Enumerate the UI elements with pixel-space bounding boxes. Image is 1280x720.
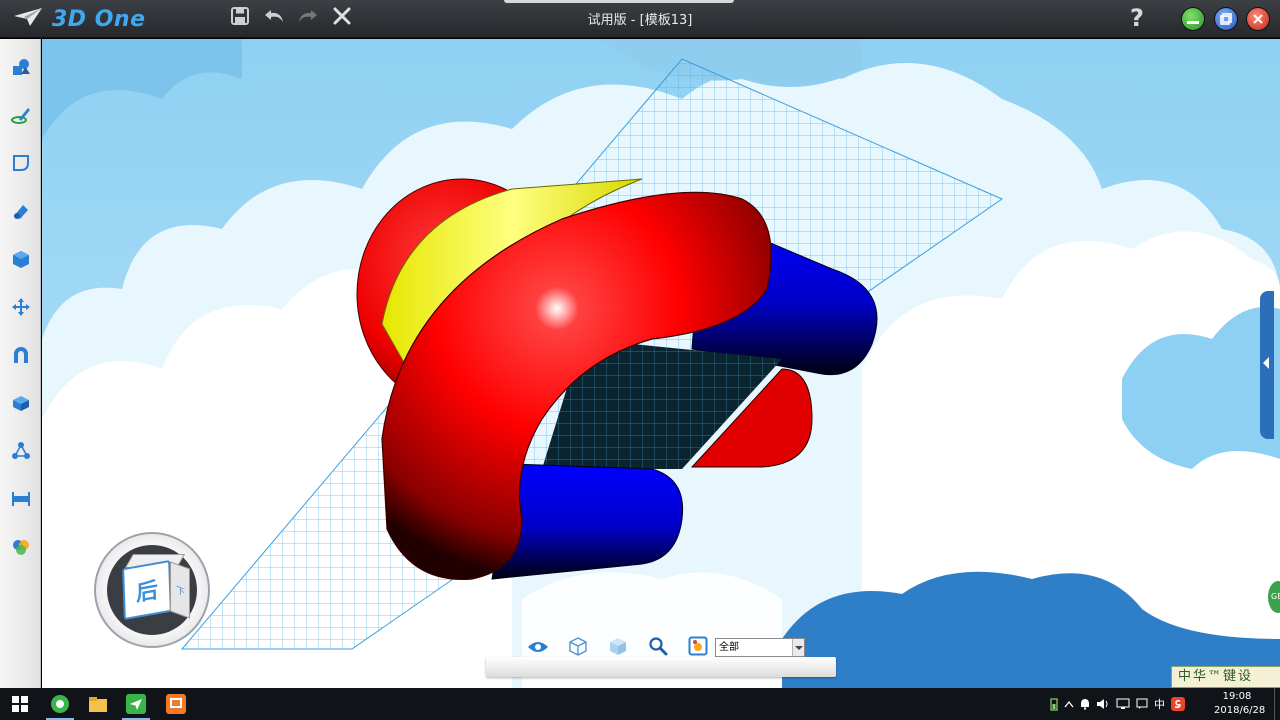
special-features-tool[interactable] [7,199,34,226]
materials-icon [11,537,31,561]
materials-tool[interactable] [7,535,34,562]
clock-time: 19:08 [1222,691,1252,702]
system-tray: 中 [1050,688,1185,720]
windows-start-icon [12,696,28,716]
taskbar-app-explorer[interactable] [80,692,116,720]
sketch-icon [10,105,31,129]
network-icon[interactable] [1116,698,1130,710]
notification-bell-icon[interactable] [1080,698,1090,710]
start-button[interactable] [2,692,38,720]
minimize-icon [1187,10,1199,29]
file-explorer-icon [88,695,108,717]
clock-date: 2018/6/28 [1214,705,1266,716]
filter-select[interactable]: 全部 [715,638,805,657]
zoom-button[interactable] [638,636,678,660]
help-button[interactable]: ? [1130,4,1144,32]
app-logo[interactable]: 3D One [12,5,146,33]
view-tools-tray [486,657,836,677]
feature-modeling-icon [11,249,31,273]
image-icon [688,636,708,660]
undo-button[interactable] [262,6,286,30]
shaded-view-button[interactable] [598,636,638,660]
left-toolbar [0,39,41,688]
show-desktop-button[interactable] [1274,688,1280,720]
basic-shapes-tool[interactable] [7,55,34,82]
wireframe-cube-icon [568,636,588,660]
wireframe-view-button[interactable] [558,636,598,660]
filter-value: 全部 [719,642,739,653]
combine-icon [11,345,31,369]
basic-shapes-icon [11,57,31,81]
save-icon [231,7,249,29]
action-center-icon[interactable] [1136,698,1148,710]
quick-access-toolbar [228,6,354,30]
side-panel-toggle[interactable] [1260,291,1274,439]
move-tool[interactable] [7,295,34,322]
minimize-button[interactable] [1181,7,1205,31]
solid-icon [11,393,31,417]
redo-icon [298,8,318,28]
pattern-tool[interactable] [7,439,34,466]
feature-modeling-tool[interactable] [7,247,34,274]
sketch-edit-icon [11,153,31,177]
pattern-icon [11,441,31,465]
view-cube-face-label: 后 [135,578,159,607]
windows-taskbar: 中 19:08 2018/6/28 [0,688,1280,720]
volume-icon[interactable] [1096,698,1110,710]
view-cube[interactable]: 后 下 [94,532,210,648]
presentation-app-icon [166,694,186,718]
paper-plane-icon [12,6,44,32]
battery-icon[interactable] [1050,697,1058,711]
green-browser-icon [50,694,70,718]
taskbar-app-browser[interactable] [42,692,78,720]
save-button[interactable] [228,6,252,30]
taskbar-clock[interactable]: 19:08 2018/6/28 [1214,690,1266,718]
solid-tool[interactable] [7,391,34,418]
redo-button[interactable] [296,6,320,30]
zoom-icon [648,636,668,660]
measure-tool[interactable] [7,487,34,514]
app-brand: 3D One [52,6,146,32]
view-cube-ring: 后 下 [107,545,197,635]
close-window-button[interactable] [1246,7,1270,31]
measure-icon [11,489,31,513]
undo-icon [264,8,284,28]
close-icon [1252,10,1264,29]
special-features-icon [11,201,31,225]
title-notch [504,0,734,3]
move-icon [11,297,31,321]
chevron-down-icon[interactable] [792,639,804,656]
view-cube-back-face[interactable]: 后 [122,559,172,621]
view-tools [518,636,718,660]
taskbar-app-presentation[interactable] [158,692,194,720]
view-cube-bottom-face[interactable]: 下 [170,561,190,619]
close-x-icon [333,7,351,29]
eye-icon [527,639,549,658]
3d-viewport[interactable]: 后 下 GB 全部 中华™键设 [42,39,1280,688]
telegram-icon [126,694,146,718]
input-method-indicator[interactable]: 中 [1154,696,1165,712]
sketch-edit-tool[interactable] [7,151,34,178]
sketch-tool[interactable] [7,103,34,130]
exit-button[interactable] [330,6,354,30]
shaded-cube-icon [608,636,628,660]
scene-canvas[interactable] [42,39,1280,688]
combine-tool[interactable] [7,343,34,370]
title-bar: 3D One 试用版 - [模板13] ? [0,0,1280,38]
chevron-up-icon[interactable] [1064,700,1074,708]
maximize-button[interactable] [1214,7,1238,31]
taskbar-app-3done[interactable] [118,692,154,720]
watermark-stamp: 中华™键设 [1171,666,1280,688]
sogou-icon[interactable] [1171,697,1185,711]
render-image-button[interactable] [678,636,718,660]
show-hide-button[interactable] [518,636,558,660]
restore-icon [1220,10,1232,29]
document-title: 试用版 - [模板13] [587,13,693,28]
view-cube-side-label: 下 [176,585,186,599]
